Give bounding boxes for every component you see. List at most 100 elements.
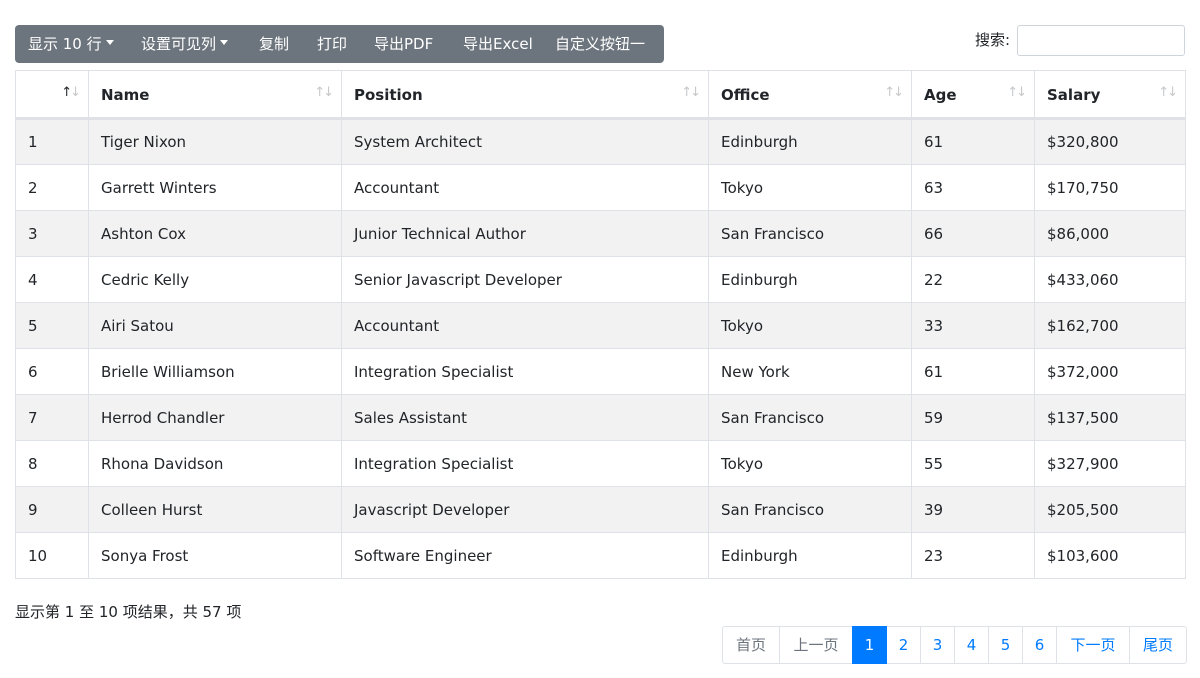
cell-office: Edinburgh xyxy=(708,256,912,303)
page-button-6[interactable]: 6 xyxy=(1022,626,1057,664)
cell-index: 6 xyxy=(15,348,89,395)
cell-office: San Francisco xyxy=(708,210,912,257)
caret-down-icon xyxy=(220,40,229,45)
cell-name: Garrett Winters xyxy=(88,164,342,211)
cell-position: System Architect xyxy=(341,118,709,165)
sort-arrows-icon: ↑↓ xyxy=(1007,85,1027,100)
header-name[interactable]: Name ↑↓ xyxy=(88,70,342,120)
table-row: 9 Colleen Hurst Javascript Developer San… xyxy=(15,486,1186,533)
table-row: 1 Tiger Nixon System Architect Edinburgh… xyxy=(15,118,1186,165)
cell-age: 63 xyxy=(911,164,1035,211)
export-excel-button[interactable]: 导出Excel xyxy=(463,25,533,63)
header-office-label: Office xyxy=(721,86,770,104)
header-age[interactable]: Age ↑↓ xyxy=(911,70,1035,120)
cell-salary: $205,500 xyxy=(1034,486,1186,533)
cell-index: 9 xyxy=(15,486,89,533)
table-row: 7 Herrod Chandler Sales Assistant San Fr… xyxy=(15,394,1186,441)
cell-salary: $327,900 xyxy=(1034,440,1186,487)
page-button-3[interactable]: 3 xyxy=(920,626,955,664)
cell-office: Tokyo xyxy=(708,440,912,487)
column-visibility-dropdown[interactable]: 设置可见列 xyxy=(141,25,229,63)
caret-down-icon xyxy=(105,40,114,45)
table-row: 2 Garrett Winters Accountant Tokyo 63 $1… xyxy=(15,164,1186,211)
pagination: 首页 上一页 1 2 3 4 5 6 下一页 尾页 xyxy=(722,626,1187,664)
cell-age: 23 xyxy=(911,532,1035,579)
export-pdf-button[interactable]: 导出PDF xyxy=(374,25,433,63)
cell-office: New York xyxy=(708,348,912,395)
cell-name: Sonya Frost xyxy=(88,532,342,579)
print-button[interactable]: 打印 xyxy=(317,25,347,63)
sort-arrows-icon: ↑↓ xyxy=(1158,85,1178,100)
cell-position: Senior Javascript Developer xyxy=(341,256,709,303)
column-visibility-label: 设置可见列 xyxy=(141,35,217,53)
header-salary-label: Salary xyxy=(1047,86,1101,104)
cell-salary: $137,500 xyxy=(1034,394,1186,441)
cell-position: Software Engineer xyxy=(341,532,709,579)
cell-salary: $86,000 xyxy=(1034,210,1186,257)
cell-name: Herrod Chandler xyxy=(88,394,342,441)
cell-name: Ashton Cox xyxy=(88,210,342,257)
cell-age: 61 xyxy=(911,348,1035,395)
cell-name: Rhona Davidson xyxy=(88,440,342,487)
cell-position: Sales Assistant xyxy=(341,394,709,441)
cell-age: 55 xyxy=(911,440,1035,487)
table-row: 3 Ashton Cox Junior Technical Author San… xyxy=(15,210,1186,257)
cell-index: 8 xyxy=(15,440,89,487)
copy-button[interactable]: 复制 xyxy=(259,25,289,63)
cell-position: Integration Specialist xyxy=(341,440,709,487)
header-age-label: Age xyxy=(924,86,957,104)
show-rows-dropdown[interactable]: 显示 10 行 xyxy=(28,25,114,63)
cell-index: 4 xyxy=(15,256,89,303)
header-salary[interactable]: Salary ↑↓ xyxy=(1034,70,1186,120)
cell-position: Integration Specialist xyxy=(341,348,709,395)
sort-arrows-icon: ↑↓ xyxy=(884,85,904,100)
cell-index: 5 xyxy=(15,302,89,349)
cell-name: Cedric Kelly xyxy=(88,256,342,303)
cell-index: 1 xyxy=(15,118,89,165)
cell-office: San Francisco xyxy=(708,394,912,441)
sort-ascending-icon: ↑↓ xyxy=(61,85,81,100)
page-button-5[interactable]: 5 xyxy=(988,626,1023,664)
header-position[interactable]: Position ↑↓ xyxy=(341,70,709,120)
table-row: 5 Airi Satou Accountant Tokyo 33 $162,70… xyxy=(15,302,1186,349)
page-button-2[interactable]: 2 xyxy=(886,626,921,664)
cell-position: Accountant xyxy=(341,164,709,211)
search-label: 搜索: xyxy=(975,31,1011,49)
cell-office: Edinburgh xyxy=(708,118,912,165)
last-page-button[interactable]: 尾页 xyxy=(1129,626,1187,664)
cell-salary: $320,800 xyxy=(1034,118,1186,165)
cell-office: Edinburgh xyxy=(708,532,912,579)
table-row: 6 Brielle Williamson Integration Special… xyxy=(15,348,1186,395)
cell-salary: $162,700 xyxy=(1034,302,1186,349)
custom-button[interactable]: 自定义按钮一 xyxy=(555,25,645,63)
show-rows-label: 显示 10 行 xyxy=(28,35,102,53)
cell-index: 10 xyxy=(15,532,89,579)
table-row: 10 Sonya Frost Software Engineer Edinbur… xyxy=(15,532,1186,579)
cell-salary: $372,000 xyxy=(1034,348,1186,395)
page-button-4[interactable]: 4 xyxy=(954,626,989,664)
cell-age: 39 xyxy=(911,486,1035,533)
sort-arrows-icon: ↑↓ xyxy=(314,85,334,100)
cell-name: Airi Satou xyxy=(88,302,342,349)
cell-name: Tiger Nixon xyxy=(88,118,342,165)
first-page-button[interactable]: 首页 xyxy=(722,626,780,664)
cell-age: 22 xyxy=(911,256,1035,303)
previous-page-button[interactable]: 上一页 xyxy=(779,626,853,664)
next-page-button[interactable]: 下一页 xyxy=(1056,626,1130,664)
cell-position: Accountant xyxy=(341,302,709,349)
table-info: 显示第 1 至 10 项结果，共 57 项 xyxy=(15,603,242,621)
table-toolbar: 显示 10 行 设置可见列 复制 打印 导出PDF 导出Excel 自定义按钮一 xyxy=(15,25,664,63)
header-index[interactable]: ↑↓ xyxy=(15,70,89,120)
page-button-1[interactable]: 1 xyxy=(852,626,887,664)
table-row: 4 Cedric Kelly Senior Javascript Develop… xyxy=(15,256,1186,303)
sort-arrows-icon: ↑↓ xyxy=(681,85,701,100)
cell-index: 7 xyxy=(15,394,89,441)
search-input[interactable] xyxy=(1017,25,1185,56)
cell-age: 61 xyxy=(911,118,1035,165)
cell-age: 66 xyxy=(911,210,1035,257)
cell-salary: $103,600 xyxy=(1034,532,1186,579)
data-table: ↑↓ Name ↑↓ Position ↑↓ Office ↑↓ Age ↑↓ xyxy=(15,70,1186,579)
cell-name: Brielle Williamson xyxy=(88,348,342,395)
cell-age: 33 xyxy=(911,302,1035,349)
header-office[interactable]: Office ↑↓ xyxy=(708,70,912,120)
